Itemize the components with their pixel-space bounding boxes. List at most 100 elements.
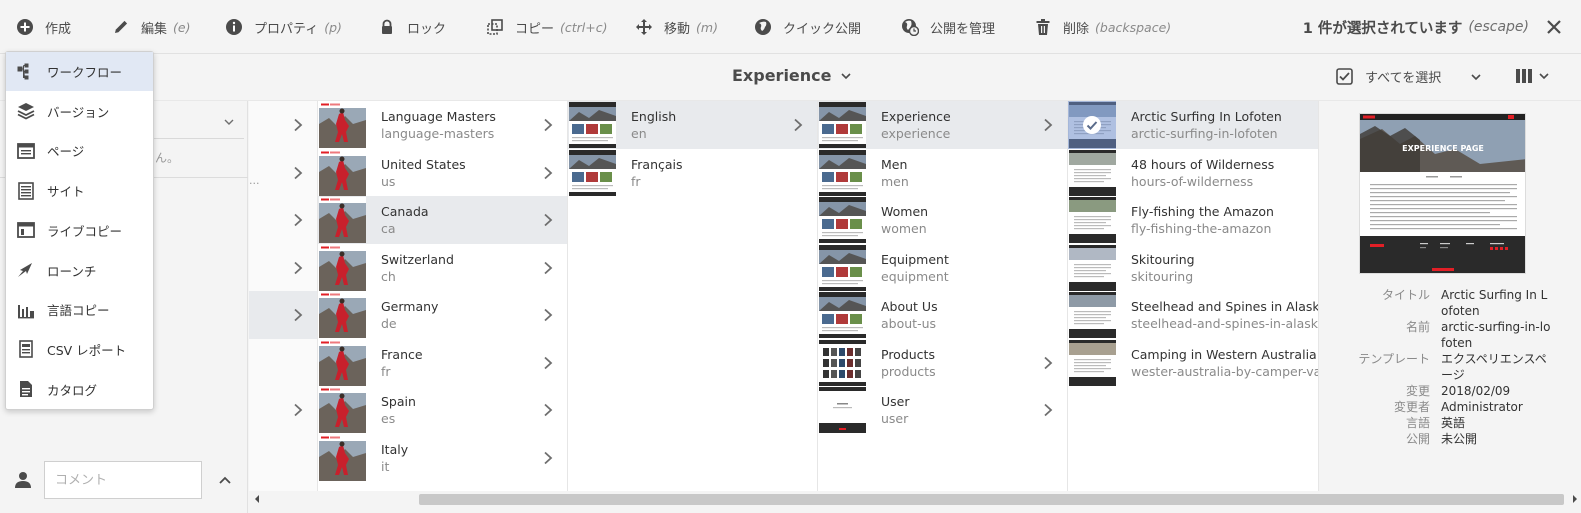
view-switcher[interactable] — [1515, 68, 1549, 84]
chevron-right-icon — [294, 308, 303, 322]
create-menu-item[interactable]: ライブコピー — [6, 211, 153, 250]
language-row[interactable]: English en — [568, 101, 817, 149]
horizontal-scrollbar[interactable] — [249, 491, 1581, 508]
parent-row[interactable] — [249, 291, 317, 339]
parent-row[interactable] — [249, 149, 317, 197]
create-menu-item[interactable]: バージョン — [6, 92, 153, 131]
create-button[interactable]: 作成 — [16, 13, 71, 41]
item-title: Camping in Western Australia — [1131, 346, 1317, 362]
page-thumbnail[interactable] — [819, 339, 866, 386]
page-thumbnail[interactable] — [319, 102, 366, 148]
region-row[interactable]: Language Masters language-masters — [318, 101, 567, 149]
page-thumbnail[interactable] — [1069, 149, 1116, 196]
page-thumbnail[interactable] — [319, 149, 366, 196]
page-row[interactable]: Steelhead and Spines in Alaska steelhead-… — [1068, 291, 1318, 339]
move-label: 移動 — [664, 21, 691, 37]
parent-row[interactable] — [249, 386, 317, 434]
selected-overlay[interactable] — [1068, 101, 1116, 149]
parent-row[interactable] — [249, 339, 317, 387]
region-row[interactable]: Canada ca — [318, 196, 567, 244]
section-row[interactable]: Men men — [818, 149, 1067, 197]
move-button[interactable]: 移動 (m) — [635, 13, 718, 41]
page-thumbnail[interactable] — [819, 292, 866, 338]
page-thumbnail[interactable] — [1069, 339, 1116, 386]
region-row[interactable]: United States us — [318, 149, 567, 197]
parent-row[interactable] — [249, 434, 317, 482]
create-menu-item[interactable]: ローンチ — [6, 251, 153, 290]
page-thumbnail[interactable] — [319, 197, 366, 243]
page-thumbnail[interactable] — [1069, 244, 1116, 291]
create-menu-item[interactable]: ワークフロー — [6, 52, 153, 91]
page-row[interactable]: Skitouring skitouring — [1068, 244, 1318, 292]
section-row[interactable]: Women women — [818, 196, 1067, 244]
properties-button[interactable]: プロパティ (p) — [225, 13, 342, 41]
page-thumbnail[interactable] — [819, 102, 866, 148]
metadata-row: 変更 2018/02/09 — [1319, 383, 1581, 399]
edit-button[interactable]: 編集 (e) — [112, 13, 190, 41]
section-row[interactable]: Experience experience — [818, 101, 1067, 149]
scroll-right-icon[interactable] — [1571, 494, 1579, 504]
page-thumbnail[interactable] — [1069, 292, 1116, 338]
parent-row[interactable] — [249, 244, 317, 292]
globe-clock-icon — [902, 19, 919, 36]
page-thumbnail[interactable] — [819, 244, 866, 291]
item-name: products — [881, 363, 936, 379]
copy-button[interactable]: コピー (ctrl+c) — [486, 13, 608, 41]
scroll-left-icon[interactable] — [253, 494, 261, 504]
edit-shortcut: (e) — [173, 19, 191, 35]
create-menu-item[interactable]: カタログ — [6, 370, 153, 409]
page-thumbnail[interactable] — [319, 244, 366, 291]
page-row[interactable]: Camping in Western Australia wester-austr… — [1068, 339, 1318, 387]
parent-row[interactable] — [249, 101, 317, 149]
create-menu-item[interactable]: 言語コピー — [6, 290, 153, 329]
region-row[interactable]: Germany de — [318, 291, 567, 339]
quick-publish-button[interactable]: クイック公開 — [754, 13, 861, 41]
page-row[interactable]: 48 hours of Wilderness hours-of-wildernes… — [1068, 149, 1318, 197]
page-thumbnail[interactable] — [1069, 197, 1116, 243]
section-row[interactable]: Equipment equipment — [818, 244, 1067, 292]
section-row[interactable]: About Us about-us — [818, 291, 1067, 339]
scrollbar-thumb[interactable] — [419, 494, 1564, 505]
chevron-right-icon — [294, 403, 303, 417]
page-row[interactable]: Arctic Surfing In Lofoten arctic-surfing-… — [1068, 101, 1318, 149]
page-row[interactable]: Fly-fishing the Amazon fly-fishing-the-am… — [1068, 196, 1318, 244]
selection-count: 1 件が選択されています — [1302, 20, 1463, 37]
page-thumbnail[interactable] — [319, 434, 366, 481]
item-name: women — [881, 221, 927, 236]
page-thumbnail[interactable] — [819, 387, 866, 433]
item-title: Men — [881, 156, 908, 172]
page-thumbnail[interactable] — [319, 339, 366, 386]
close-icon[interactable] — [1544, 17, 1564, 37]
lock-button[interactable]: ロック — [378, 13, 446, 41]
create-menu-item[interactable]: サイト — [6, 171, 153, 210]
section-row[interactable]: User user — [818, 386, 1067, 434]
page-thumbnail[interactable] — [569, 102, 616, 148]
create-menu-item[interactable]: ページ — [6, 131, 153, 170]
page-thumbnail[interactable] — [319, 292, 366, 338]
comment-input[interactable] — [44, 461, 202, 499]
create-menu-item[interactable]: CSV レポート — [6, 330, 153, 369]
page-thumbnail[interactable] — [819, 197, 866, 243]
section-row[interactable]: Products products — [818, 339, 1067, 387]
region-row[interactable]: Spain es — [318, 386, 567, 434]
chevron-up-icon[interactable] — [218, 473, 232, 487]
region-row[interactable]: Italy it — [318, 434, 567, 482]
region-row[interactable]: France fr — [318, 339, 567, 387]
select-all-button[interactable]: すべてを選択 — [1336, 67, 1481, 86]
language-row[interactable]: Français fr — [568, 149, 817, 197]
item-name: it — [381, 458, 390, 474]
parent-row[interactable] — [249, 196, 317, 244]
chevron-down-icon — [1471, 73, 1481, 80]
column-root — [249, 101, 318, 491]
preview-panel: EXPERIENCE PAGE タイトル Arctic Surfing In Lo… — [1319, 101, 1581, 491]
page-thumbnail[interactable] — [319, 387, 366, 433]
item-name: en — [631, 126, 647, 141]
page-thumbnail-image — [319, 197, 366, 243]
region-row[interactable]: Switzerland ch — [318, 244, 567, 292]
page-thumbnail[interactable] — [569, 149, 616, 196]
manage-publication-button[interactable]: 公開を管理 — [901, 13, 995, 41]
preview-thumbnail[interactable]: EXPERIENCE PAGE — [1359, 113, 1526, 274]
page-thumbnail[interactable] — [819, 149, 866, 196]
delete-button[interactable]: 削除 (backspace) — [1034, 13, 1171, 41]
breadcrumb[interactable]: Experience — [732, 66, 851, 85]
